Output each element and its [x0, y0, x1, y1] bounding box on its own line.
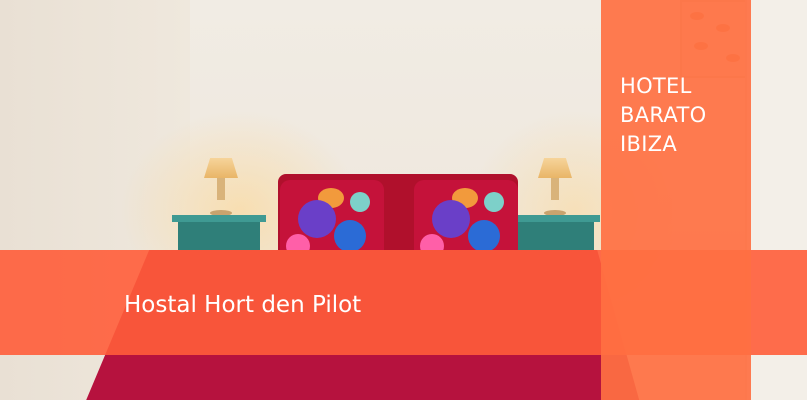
category-line-3: IBIZA [620, 132, 678, 156]
right-nightstand-drawer [518, 222, 594, 250]
left-lamp-base [217, 178, 225, 200]
hotel-room-photo: Hostal Hort den Pilot HOTEL BARATO IBIZA [0, 0, 807, 400]
category-panel [601, 0, 751, 400]
category-line-1: HOTEL [620, 74, 692, 98]
hotel-name: Hostal Hort den Pilot [124, 292, 362, 318]
category-line-2: BARATO [620, 103, 707, 127]
left-nightstand-drawer [178, 222, 260, 250]
right-nightstand-top [512, 215, 600, 222]
left-nightstand-top [172, 215, 266, 222]
right-lamp-base [551, 178, 559, 200]
